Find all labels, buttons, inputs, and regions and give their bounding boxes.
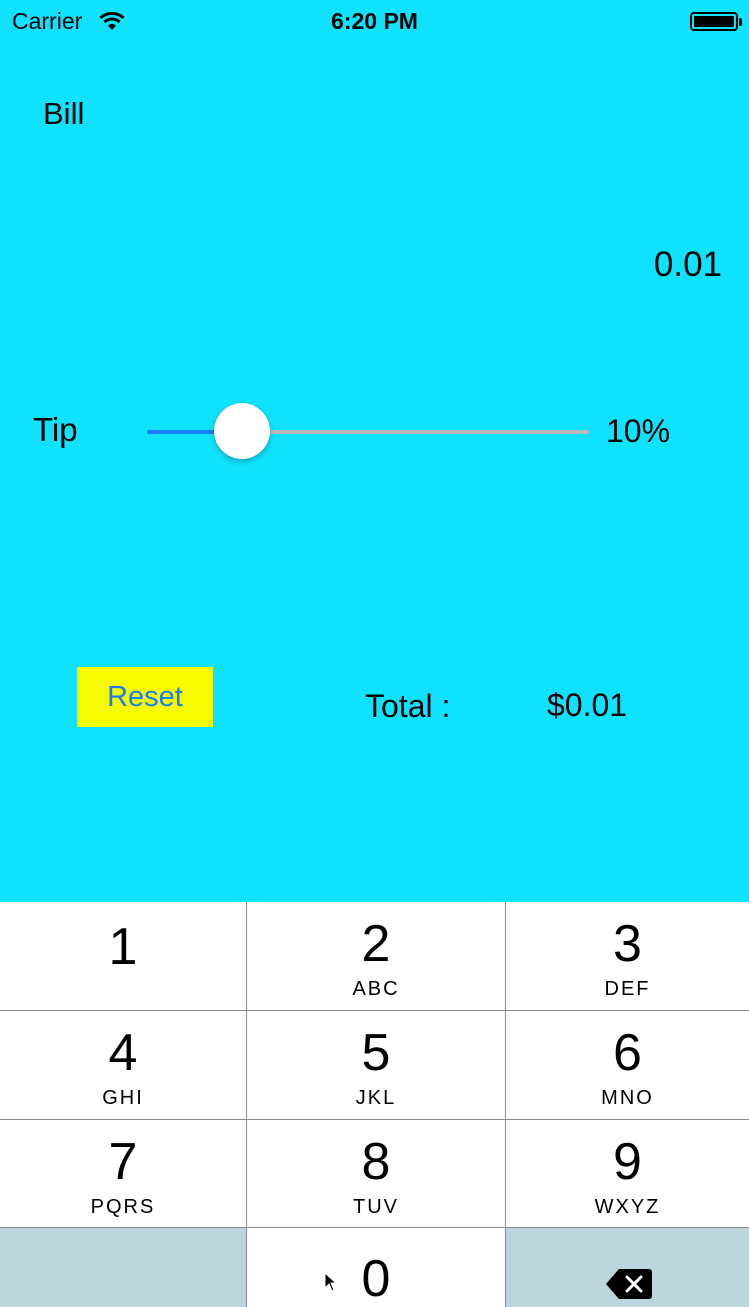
key-letters: ABC	[352, 978, 400, 1000]
mouse-cursor-icon	[324, 1272, 338, 1292]
key-0[interactable]: 0	[247, 1228, 505, 1307]
key-2[interactable]: 2 ABC	[247, 902, 505, 1010]
key-letters: WXYZ	[594, 1196, 661, 1218]
numeric-keypad: 1 2 ABC 3 DEF 4 GHI 5 JKL 6 MNO 7 PQRS 8…	[0, 902, 749, 1307]
status-bar: Carrier 6:20 PM	[0, 0, 749, 44]
key-digit: 6	[613, 1024, 642, 1082]
key-digit: 2	[361, 915, 391, 973]
key-letters: JKL	[355, 1087, 397, 1109]
bill-amount-field[interactable]: 0.01	[654, 245, 722, 285]
tip-label: Tip	[33, 411, 78, 448]
key-digit: 8	[361, 1133, 391, 1191]
total-label: Total :	[365, 688, 451, 724]
key-3[interactable]: 3 DEF	[506, 902, 749, 1010]
tip-percent-label: 10%	[606, 413, 671, 449]
key-letters: GHI	[102, 1087, 144, 1109]
key-digit: 3	[613, 915, 642, 973]
key-7[interactable]: 7 PQRS	[0, 1120, 246, 1227]
bill-label: Bill	[43, 96, 85, 131]
key-letters: TUV	[353, 1196, 399, 1218]
key-4[interactable]: 4 GHI	[0, 1011, 246, 1119]
key-letters: PQRS	[90, 1196, 156, 1218]
key-1[interactable]: 1	[0, 902, 246, 1010]
slider-track	[241, 430, 589, 434]
key-6[interactable]: 6 MNO	[506, 1011, 749, 1119]
key-digit: 1	[108, 918, 138, 976]
tip-slider[interactable]	[147, 403, 589, 459]
key-9[interactable]: 9 WXYZ	[506, 1120, 749, 1227]
key-digit: 5	[361, 1024, 391, 1082]
key-letters: DEF	[604, 978, 651, 1000]
key-digit: 4	[108, 1024, 138, 1082]
key-digit: 7	[108, 1133, 138, 1191]
reset-button[interactable]: Reset	[77, 667, 213, 727]
status-time: 6:20 PM	[331, 8, 418, 34]
key-letters: MNO	[601, 1087, 654, 1109]
key-8[interactable]: 8 TUV	[247, 1120, 505, 1227]
key-digit: 9	[613, 1133, 642, 1191]
backspace-icon	[606, 1269, 652, 1299]
key-blank	[0, 1228, 246, 1307]
key-5[interactable]: 5 JKL	[247, 1011, 505, 1119]
slider-thumb[interactable]	[213, 403, 270, 459]
total-amount: $0.01	[547, 687, 628, 723]
battery-icon	[690, 12, 742, 31]
key-digit: 0	[361, 1250, 391, 1307]
